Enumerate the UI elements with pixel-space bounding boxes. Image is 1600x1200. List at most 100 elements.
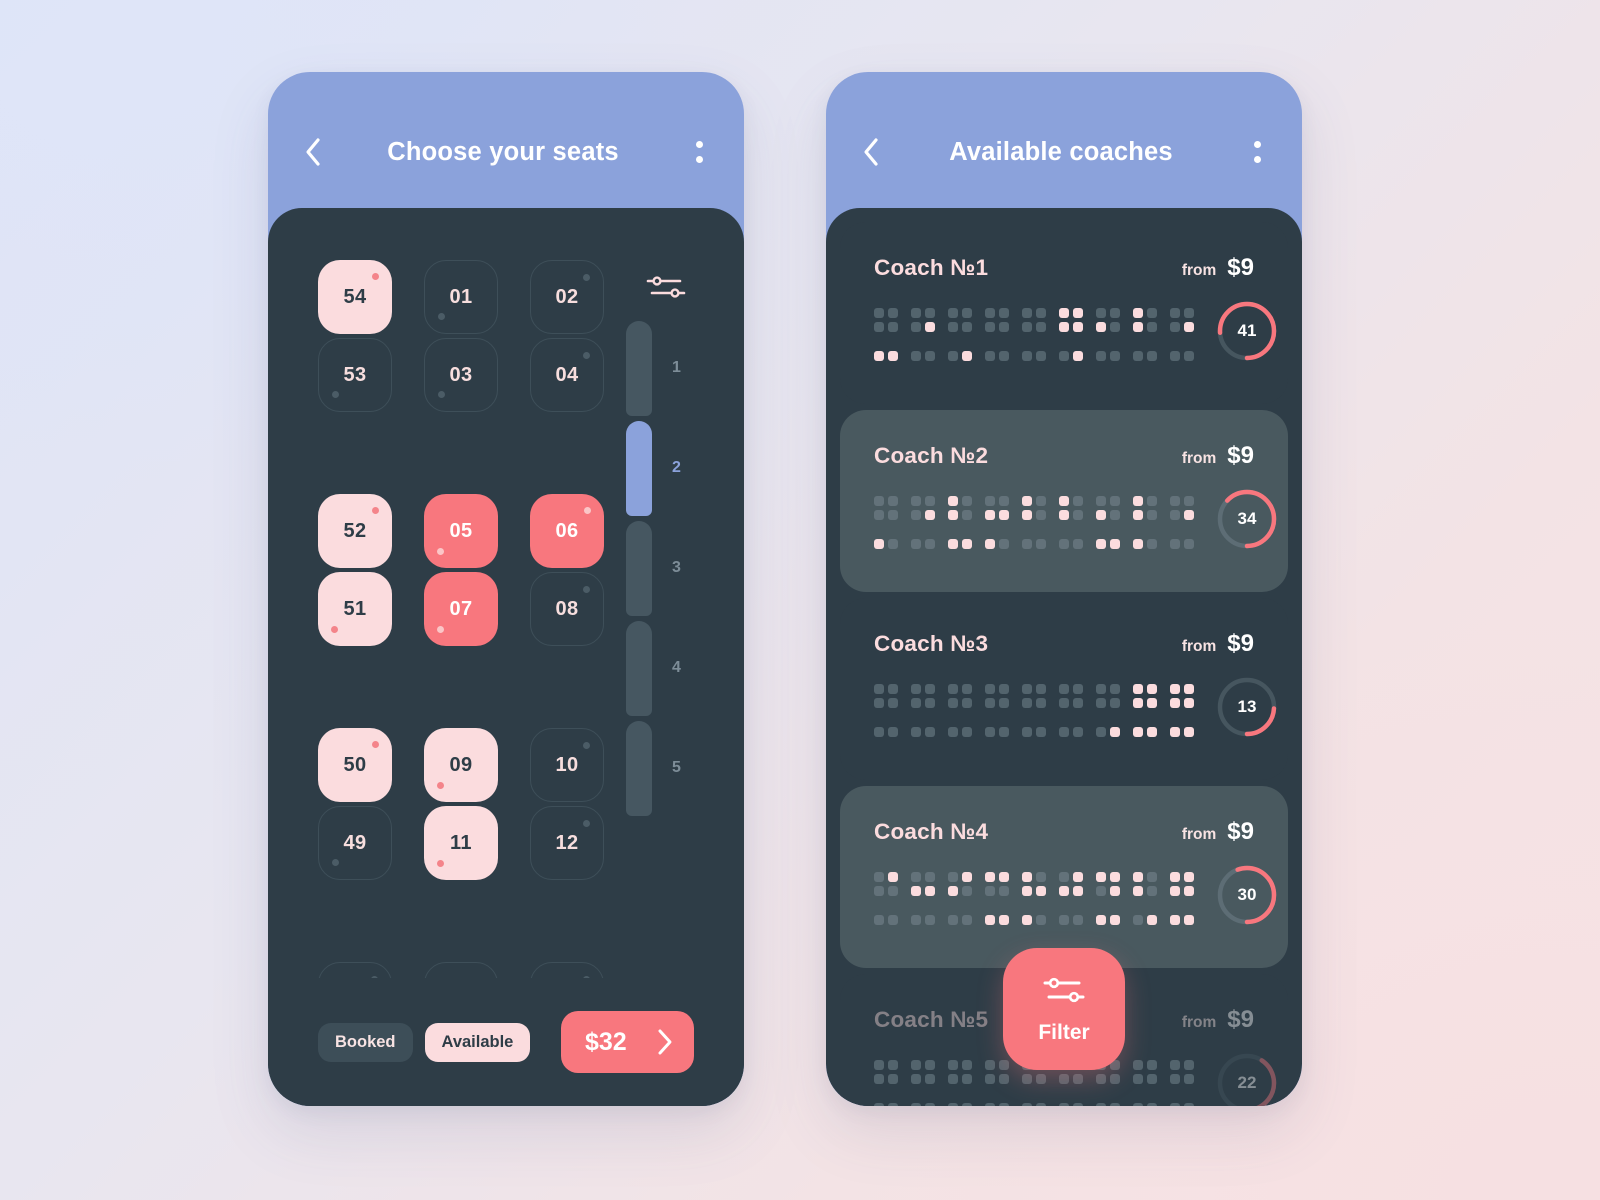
seat-map-cell [925, 872, 935, 882]
seat-map-cell [1096, 698, 1106, 708]
coach-card[interactable]: Coach №1 from $9 41 [840, 222, 1288, 404]
seat-map-cell [1096, 886, 1106, 896]
seat-map-cell [888, 872, 898, 882]
seat-map-cell [1073, 872, 1083, 882]
seat-map-cell [1096, 539, 1106, 549]
seat-map-cell [1110, 684, 1120, 694]
seat-map-group [1059, 915, 1083, 925]
seat-map-cell [874, 915, 884, 925]
seat-map-group [1133, 872, 1157, 896]
page-title: Choose your seats [387, 137, 619, 166]
coach-card[interactable]: Coach №2 from $9 34 [840, 410, 1288, 592]
seat-map-group [1059, 727, 1083, 737]
seat-map-cell [948, 322, 958, 332]
seat-14[interactable]: 14 [530, 962, 604, 978]
seat-grid: 54 01 02 53 03 04 52 05 06 51 07 08 50 09 10 49 11 12 48 13… [318, 260, 604, 978]
seat-49[interactable]: 49 [318, 806, 392, 880]
seat-52[interactable]: 52 [318, 494, 392, 568]
seat-06[interactable]: 06 [530, 494, 604, 568]
seat-08[interactable]: 08 [530, 572, 604, 646]
seat-07[interactable]: 07 [424, 572, 498, 646]
more-vertical-icon[interactable] [1240, 135, 1274, 169]
seat-map-group [1059, 1103, 1083, 1106]
seat-map-cell [1073, 308, 1083, 318]
seat-51[interactable]: 51 [318, 572, 392, 646]
seat-map-cell [925, 351, 935, 361]
seat-48[interactable]: 48 [318, 962, 392, 978]
seat-01[interactable]: 01 [424, 260, 498, 334]
seat-map-cell [1184, 1074, 1194, 1084]
seat-53[interactable]: 53 [318, 338, 392, 412]
seat-10[interactable]: 10 [530, 728, 604, 802]
rail-segment-5[interactable]: 5 [626, 721, 681, 816]
seat-map-cell [1096, 510, 1106, 520]
rail-segment-3[interactable]: 3 [626, 521, 681, 616]
seat-map-cell [962, 510, 972, 520]
rail-segment-1[interactable]: 1 [626, 321, 681, 416]
seat-map-cell [1147, 1060, 1157, 1070]
seat-map-group [985, 872, 1009, 896]
coach-card-header: Coach №2 from $9 [874, 442, 1254, 470]
seat-indicator-dot [372, 273, 379, 280]
seat-map-cell [874, 872, 884, 882]
seat-map-group [1059, 539, 1083, 549]
seat-map-cell [874, 539, 884, 549]
seat-map-cell [962, 698, 972, 708]
seat-05[interactable]: 05 [424, 494, 498, 568]
rail-segment-2[interactable]: 2 [626, 421, 681, 516]
seat-map-cell [999, 698, 1009, 708]
seat-54[interactable]: 54 [318, 260, 392, 334]
coach-card[interactable]: Coach №3 from $9 13 [840, 598, 1288, 780]
seat-map-cell [1184, 510, 1194, 520]
continue-price-button[interactable]: $32 [561, 1011, 694, 1073]
seat-number: 10 [555, 753, 579, 776]
seat-map-cell [999, 351, 1009, 361]
seat-map-group [1096, 727, 1120, 737]
seat-map-cell [874, 351, 884, 361]
sliders-icon[interactable] [646, 272, 686, 302]
seat-map-cell [1184, 915, 1194, 925]
seat-map-cell [1147, 915, 1157, 925]
seat-map-cell [925, 510, 935, 520]
seat-11[interactable]: 11 [424, 806, 498, 880]
seat-map-group [1059, 308, 1083, 332]
seat-04[interactable]: 04 [530, 338, 604, 412]
seat-map-cell [962, 872, 972, 882]
seat-50[interactable]: 50 [318, 728, 392, 802]
seat-map-cell [911, 539, 921, 549]
seat-number: 50 [343, 753, 367, 776]
seat-map-cell [888, 351, 898, 361]
seat-map-cell [999, 1074, 1009, 1084]
seat-12[interactable]: 12 [530, 806, 604, 880]
seat-indicator-dot [583, 274, 590, 281]
rail-segment-4[interactable]: 4 [626, 621, 681, 716]
seat-map-cell [1096, 322, 1106, 332]
seat-map-cell [1184, 872, 1194, 882]
seat-map-cell [911, 1074, 921, 1084]
seat-map-cell [1133, 727, 1143, 737]
coach-card-header: Coach №3 from $9 [874, 630, 1254, 658]
seat-map-cell [1170, 496, 1180, 506]
seat-map-cell [948, 308, 958, 318]
coach-card[interactable]: Coach №4 from $9 30 [840, 786, 1288, 968]
seat-map-cell [1022, 322, 1032, 332]
seat-13[interactable]: 13 [424, 962, 498, 978]
from-label: from [1181, 638, 1217, 655]
seat-map-cell [1073, 698, 1083, 708]
seat-indicator-dot [332, 391, 339, 398]
seat-map-cell [911, 684, 921, 694]
more-vertical-icon[interactable] [682, 135, 716, 169]
seat-number: 52 [343, 519, 367, 542]
seat-map-cell [985, 1074, 995, 1084]
seat-map-cell [1036, 308, 1046, 318]
seat-map-group [948, 539, 972, 549]
seat-map-cell [985, 308, 995, 318]
seat-02[interactable]: 02 [530, 260, 604, 334]
seat-map-cell [888, 698, 898, 708]
coach-scroll-rail[interactable]: 1 2 3 4 5 [626, 321, 681, 816]
filter-button[interactable]: Filter [1003, 948, 1125, 1070]
seat-map-cell [925, 727, 935, 737]
seat-03[interactable]: 03 [424, 338, 498, 412]
seat-09[interactable]: 09 [424, 728, 498, 802]
seat-map-cell [888, 915, 898, 925]
